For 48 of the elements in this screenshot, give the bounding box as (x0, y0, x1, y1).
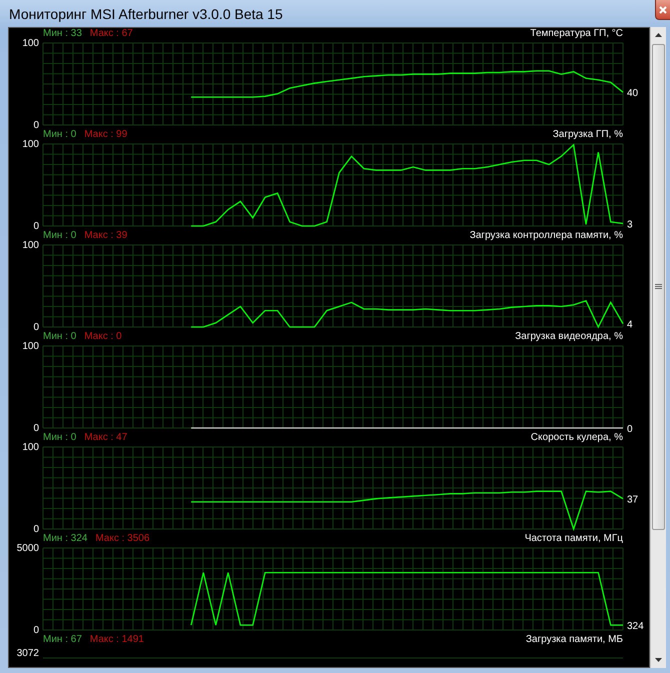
min-value: Мин : 0 (43, 432, 76, 443)
max-value: Макс : 67 (90, 28, 133, 39)
graph-title: Температура ГП, °C (530, 28, 623, 39)
down-arrow-icon (655, 658, 662, 662)
current-value: 0 (627, 424, 633, 432)
axis-tick-label: 0 (33, 322, 39, 331)
max-value: Макс : 3506 (95, 533, 150, 544)
axis-tick-label: 0 (33, 524, 39, 533)
min-value: Мин : 0 (43, 129, 76, 140)
axis-tick-label: 3072 (16, 648, 39, 659)
axis-tick-label: 0 (33, 221, 39, 230)
graph-title: Загрузка видеоядра, % (515, 331, 623, 342)
current-value: 37 (627, 494, 638, 506)
graph-title: Загрузка контроллера памяти, % (470, 230, 623, 241)
max-value: Макс : 99 (84, 129, 128, 140)
graph-title: Скорость кулера, % (530, 432, 623, 443)
graph-title: Загрузка памяти, МБ (526, 634, 623, 645)
axis-tick-label: 100 (22, 443, 39, 453)
current-value: 324 (627, 621, 644, 632)
axis-tick-label: 100 (22, 39, 39, 49)
current-value: 3 (627, 220, 633, 230)
axis-tick-label: 0 (33, 625, 39, 634)
axis-tick-label: 100 (22, 241, 39, 251)
min-value: Мин : 33 (43, 28, 82, 39)
min-value: Мин : 0 (43, 331, 76, 342)
min-value: Мин : 0 (43, 230, 76, 241)
axis-tick-label: 100 (22, 342, 39, 352)
axis-tick-label: 0 (33, 423, 39, 432)
grip-icon (655, 284, 662, 290)
window-title: Мониторинг MSI Afterburner v3.0.0 Beta 15 (9, 6, 283, 22)
close-button[interactable] (655, 0, 670, 20)
min-value: Мин : 67 (43, 634, 82, 645)
scroll-thumb[interactable] (652, 44, 665, 530)
current-value: 4 (627, 320, 633, 331)
axis-tick-label: 0 (33, 120, 39, 129)
graph-title: Частота памяти, МГц (524, 533, 623, 544)
axis-tick-label: 5000 (16, 544, 39, 554)
up-arrow-icon (655, 33, 662, 37)
max-value: Макс : 0 (84, 331, 122, 342)
axis-tick-label: 100 (22, 140, 39, 150)
max-value: Макс : 47 (84, 432, 128, 443)
graph-title: Загрузка ГП, % (552, 129, 623, 140)
max-value: Макс : 1491 (90, 634, 144, 645)
min-value: Мин : 324 (43, 533, 88, 544)
max-value: Макс : 39 (84, 230, 128, 241)
close-icon (659, 6, 667, 14)
current-value: 40 (627, 88, 638, 100)
scrollbar[interactable] (650, 27, 666, 668)
